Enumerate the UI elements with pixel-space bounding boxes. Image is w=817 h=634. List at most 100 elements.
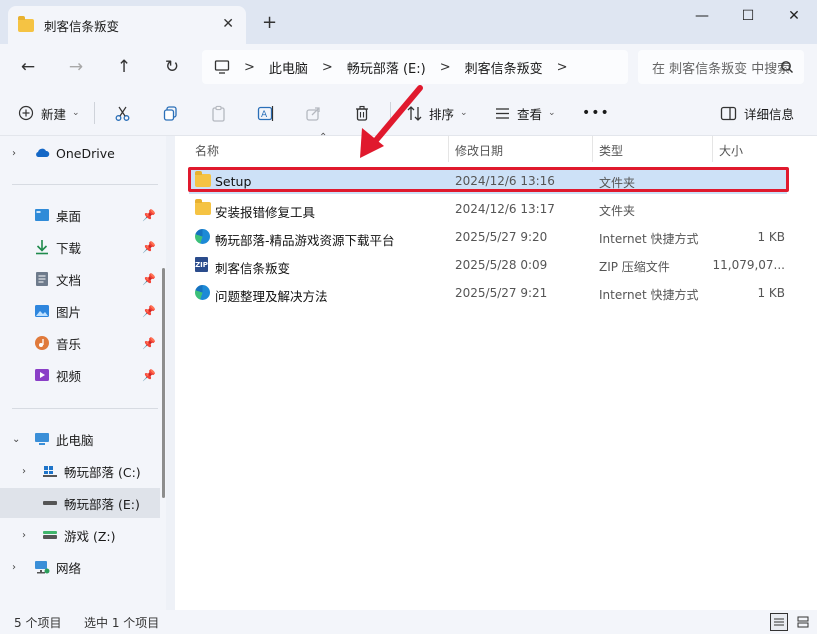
- maximize-button[interactable]: ☐: [725, 4, 771, 28]
- chevron-down-icon: ⌄: [12, 433, 21, 445]
- tiles-view-button[interactable]: [794, 613, 812, 631]
- paste-button[interactable]: [210, 102, 227, 124]
- sidebar-item-network[interactable]: › 网络: [0, 552, 160, 582]
- forward-button[interactable]: →: [62, 54, 90, 80]
- file-row-shortcut-site[interactable]: 畅玩部落-精品游戏资源下载平台 2025/5/27 9:20 Internet …: [189, 224, 787, 250]
- sidebar-item-this-pc[interactable]: ⌄ 此电脑: [0, 424, 160, 454]
- sidebar-item-pictures[interactable]: 图片 📌: [0, 296, 160, 326]
- more-options-button[interactable]: •••: [582, 102, 610, 124]
- close-window-button[interactable]: ✕: [771, 4, 817, 28]
- sort-icon: [407, 105, 422, 121]
- up-button[interactable]: ↑: [110, 54, 138, 80]
- tab-close-button[interactable]: ✕: [222, 16, 234, 32]
- file-type: Internet 快捷方式: [599, 288, 699, 302]
- column-header-size[interactable]: 大小: [719, 142, 743, 159]
- sidebar-item-documents[interactable]: 文档 📌: [0, 264, 160, 294]
- pin-icon[interactable]: 📌: [142, 305, 156, 318]
- minimize-button[interactable]: —: [679, 4, 725, 28]
- file-date: 2024/12/6 13:17: [455, 202, 555, 216]
- sidebar-item-label: 游戏 (Z:): [64, 528, 116, 544]
- details-view-button[interactable]: [770, 613, 788, 631]
- view-icon: [496, 107, 509, 119]
- chevron-right-icon: ›: [22, 465, 26, 477]
- sidebar-item-drive-e[interactable]: 畅玩部落 (E:): [0, 488, 160, 518]
- sidebar-item-onedrive[interactable]: › OneDrive: [0, 138, 160, 168]
- pin-icon[interactable]: 📌: [142, 337, 156, 350]
- breadcrumb-separator: >: [244, 59, 255, 75]
- pin-icon[interactable]: 📌: [142, 241, 156, 254]
- pin-icon[interactable]: 📌: [142, 273, 156, 286]
- back-button[interactable]: ←: [14, 54, 42, 80]
- network-icon: [35, 561, 50, 574]
- sidebar-item-music[interactable]: 音乐 📌: [0, 328, 160, 358]
- rename-button[interactable]: A: [257, 102, 275, 124]
- details-pane-button[interactable]: 详细信息: [720, 102, 794, 124]
- column-header-name[interactable]: 名称: [195, 142, 219, 159]
- sidebar-item-drive-z[interactable]: › 游戏 (Z:): [0, 520, 160, 550]
- tab-current-folder[interactable]: 刺客信条叛变 ✕: [8, 6, 246, 44]
- column-divider[interactable]: [448, 136, 449, 162]
- file-row-repair-tool[interactable]: 安装报错修复工具 2024/12/6 13:17 文件夹: [189, 196, 787, 222]
- share-button[interactable]: [305, 102, 322, 124]
- breadcrumb-current-folder[interactable]: 刺客信条叛变: [465, 58, 543, 77]
- list-view-icon: [774, 618, 784, 626]
- details-pane-icon: [720, 106, 737, 120]
- cut-button[interactable]: [114, 102, 131, 124]
- sidebar-item-drive-c[interactable]: › 畅玩部落 (C:): [0, 456, 160, 486]
- command-bar: 新建 ⌄ A 排序 ⌄ 查看 ⌄ ••• 详细信息: [0, 90, 817, 136]
- breadcrumb-separator: >: [556, 59, 568, 75]
- computer-icon: [35, 433, 49, 445]
- sort-button-label: 排序: [429, 106, 455, 122]
- file-size: 11,079,07...: [712, 258, 785, 272]
- breadcrumb-this-pc[interactable]: 此电脑: [269, 58, 308, 77]
- file-row-shortcut-faq[interactable]: 问题整理及解决方法 2025/5/27 9:21 Internet 快捷方式 1…: [189, 280, 787, 306]
- sidebar-item-desktop[interactable]: 桌面 📌: [0, 200, 160, 230]
- pin-icon[interactable]: 📌: [142, 369, 156, 382]
- column-divider[interactable]: [712, 136, 713, 162]
- title-bar: 刺客信条叛变 ✕ + — ☐ ✕: [0, 0, 817, 44]
- zip-icon: ZIP: [195, 257, 211, 273]
- new-button[interactable]: 新建 ⌄: [18, 102, 80, 124]
- navigation-pane: › OneDrive 桌面 📌 下载 📌 文档 📌 图片 📌 音乐 📌 视频 📌…: [0, 136, 166, 610]
- column-divider[interactable]: [592, 136, 593, 162]
- column-header-type[interactable]: 类型: [599, 142, 623, 159]
- chevron-right-icon: ›: [22, 529, 26, 541]
- file-type: 文件夹: [599, 176, 636, 190]
- file-date: 2025/5/27 9:21: [455, 286, 548, 300]
- chevron-down-icon: ⌄: [460, 108, 468, 118]
- breadcrumb-drive-e[interactable]: 畅玩部落 (E:): [347, 58, 426, 77]
- tab-title: 刺客信条叛变: [44, 18, 120, 34]
- view-button[interactable]: 查看 ⌄: [494, 102, 556, 124]
- selected-count: 选中 1 个项目: [84, 616, 160, 630]
- file-name: Setup: [215, 174, 252, 189]
- sidebar-item-label: 畅玩部落 (C:): [64, 464, 141, 480]
- copy-button[interactable]: [162, 102, 179, 124]
- search-placeholder: 在 刺客信条叛变 中搜索: [652, 61, 791, 77]
- file-type: 文件夹: [599, 204, 636, 218]
- sidebar-item-label: 文档: [56, 272, 82, 288]
- file-type: Internet 快捷方式: [599, 232, 699, 246]
- plus-circle-icon: [18, 105, 34, 121]
- edge-shortcut-icon: [195, 285, 211, 301]
- item-count: 5 个项目: [14, 616, 62, 630]
- picture-icon: [35, 305, 49, 317]
- file-row-setup[interactable]: Setup 2024/12/6 13:16 文件夹: [189, 168, 787, 194]
- computer-icon: [214, 60, 230, 74]
- search-input[interactable]: 在 刺客信条叛变 中搜索: [638, 50, 804, 84]
- delete-button[interactable]: [354, 102, 370, 124]
- address-bar[interactable]: > 此电脑 > 畅玩部落 (E:) > 刺客信条叛变 >: [202, 50, 628, 84]
- sidebar-item-videos[interactable]: 视频 📌: [0, 360, 160, 390]
- column-header-date[interactable]: 修改日期: [455, 142, 503, 159]
- sidebar-item-label: 视频: [56, 368, 82, 384]
- new-button-label: 新建: [41, 106, 67, 122]
- new-tab-button[interactable]: +: [262, 12, 277, 33]
- sidebar-item-label: 音乐: [56, 336, 82, 352]
- refresh-button[interactable]: ↻: [158, 54, 186, 80]
- file-size: 1 KB: [757, 230, 785, 244]
- sidebar-scrollbar[interactable]: [162, 268, 165, 498]
- sort-button[interactable]: 排序 ⌄: [406, 102, 468, 124]
- chevron-down-icon: ⌄: [72, 108, 80, 118]
- sidebar-item-downloads[interactable]: 下载 📌: [0, 232, 160, 262]
- file-row-zip[interactable]: ZIP 刺客信条叛变 2025/5/28 0:09 ZIP 压缩文件 11,07…: [189, 252, 787, 278]
- pin-icon[interactable]: 📌: [142, 209, 156, 222]
